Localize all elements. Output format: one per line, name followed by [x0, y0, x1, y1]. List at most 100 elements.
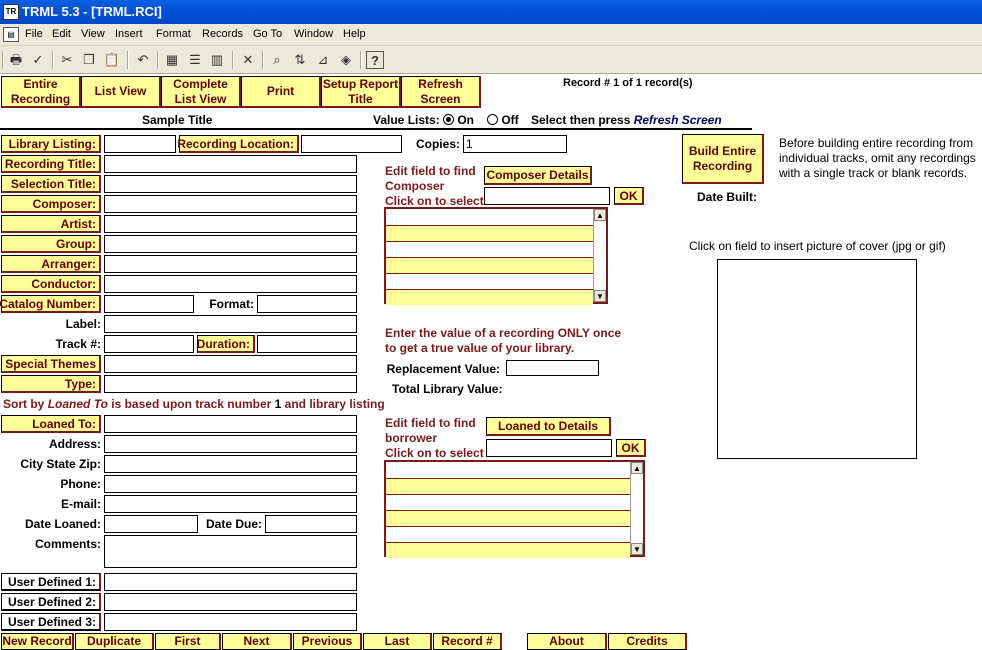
radio-on-icon[interactable]: [443, 114, 454, 125]
find-icon[interactable]: ⌕: [268, 51, 286, 69]
menu-file[interactable]: File: [25, 28, 43, 40]
comments-input[interactable]: [104, 535, 357, 568]
next-button[interactable]: Next: [222, 633, 292, 650]
composer-search-input[interactable]: [484, 187, 610, 205]
loaned-list-scrollbar[interactable]: ▲ ▼: [630, 462, 643, 555]
label-input[interactable]: [104, 315, 357, 333]
sort-icon[interactable]: ⇅: [291, 51, 309, 69]
list-view-button[interactable]: List View: [81, 76, 161, 108]
list-item[interactable]: [386, 289, 593, 305]
user-defined-2-input[interactable]: [104, 593, 357, 611]
library-listing-input[interactable]: [104, 135, 176, 153]
loaned-list[interactable]: ▲ ▼: [384, 460, 645, 558]
print-icon[interactable]: 🖶: [7, 51, 25, 69]
catalog-number-input[interactable]: [104, 295, 194, 313]
duplicate-button[interactable]: Duplicate: [75, 633, 154, 650]
cover-picture-field[interactable]: [717, 259, 917, 459]
scroll-down-icon[interactable]: ▼: [594, 290, 606, 302]
menu-view[interactable]: View: [81, 28, 105, 40]
setup-report-title-button[interactable]: Setup Report Title: [321, 76, 401, 108]
list-item[interactable]: [386, 241, 593, 257]
user-defined-3-input[interactable]: [104, 613, 357, 631]
composer-details-button[interactable]: Composer Details: [484, 166, 592, 185]
composer-list[interactable]: ▲ ▼: [384, 207, 608, 305]
spellcheck-icon[interactable]: ✓: [29, 51, 47, 69]
recording-title-input[interactable]: [104, 155, 357, 173]
phone-input[interactable]: [104, 475, 357, 493]
cut-icon[interactable]: ✂: [58, 51, 76, 69]
loaned-to-input[interactable]: [104, 415, 357, 433]
composer-input[interactable]: [104, 195, 357, 213]
new-record-button[interactable]: New Record: [1, 633, 74, 650]
duration-input[interactable]: [257, 335, 357, 353]
scroll-down-icon[interactable]: ▼: [631, 543, 643, 555]
list-item[interactable]: [386, 478, 630, 494]
list-item[interactable]: [386, 494, 630, 510]
menu-help[interactable]: Help: [343, 28, 366, 40]
print-button[interactable]: Print: [241, 76, 321, 108]
complete-list-view-button[interactable]: Complete List View: [161, 76, 241, 108]
date-due-input[interactable]: [265, 515, 357, 533]
menu-format[interactable]: Format: [156, 28, 191, 40]
list-item[interactable]: [386, 273, 593, 289]
menu-window[interactable]: Window: [294, 28, 333, 40]
list-item[interactable]: [386, 257, 593, 273]
arranger-input[interactable]: [104, 255, 357, 273]
help-icon[interactable]: ?: [366, 51, 384, 69]
composer-list-scrollbar[interactable]: ▲ ▼: [593, 209, 606, 302]
list-item[interactable]: [386, 542, 630, 558]
menu-insert[interactable]: Insert: [115, 28, 143, 40]
scroll-up-icon[interactable]: ▲: [631, 462, 643, 474]
special-themes-input[interactable]: [104, 355, 357, 373]
trml-app-icon[interactable]: TR: [3, 4, 19, 20]
menu-goto[interactable]: Go To: [253, 28, 282, 40]
artist-input[interactable]: [104, 215, 357, 233]
delete-icon[interactable]: ✕: [239, 51, 257, 69]
scroll-up-icon[interactable]: ▲: [594, 209, 606, 221]
recording-location-input[interactable]: [301, 135, 402, 153]
track-input[interactable]: [104, 335, 194, 353]
group-input[interactable]: [104, 235, 357, 253]
format-input[interactable]: [257, 295, 357, 313]
previous-button[interactable]: Previous: [293, 633, 362, 650]
value-lists-off[interactable]: Off: [487, 113, 519, 127]
menu-records[interactable]: Records: [202, 28, 243, 40]
menu-edit[interactable]: Edit: [52, 28, 71, 40]
loaned-search-input[interactable]: [486, 439, 612, 457]
list-item[interactable]: [386, 510, 630, 526]
selection-title-input[interactable]: [104, 175, 357, 193]
composer-ok-button[interactable]: OK: [614, 187, 644, 205]
filter-icon[interactable]: ⊿: [314, 51, 332, 69]
conductor-input[interactable]: [104, 275, 357, 293]
build-entire-recording-button[interactable]: Build Entire Recording: [682, 134, 764, 184]
first-button[interactable]: First: [155, 633, 221, 650]
radio-off-icon[interactable]: [487, 114, 498, 125]
show-all-icon[interactable]: ◈: [337, 51, 355, 69]
last-button[interactable]: Last: [363, 633, 432, 650]
table-view-icon[interactable]: ▥: [208, 51, 226, 69]
document-icon[interactable]: ▤: [3, 27, 19, 42]
paste-icon[interactable]: 📋: [103, 51, 121, 69]
user-defined-1-input[interactable]: [104, 573, 357, 591]
type-input[interactable]: [104, 375, 357, 393]
list-item[interactable]: [386, 526, 630, 542]
list-view-icon[interactable]: ☰: [186, 51, 204, 69]
undo-icon[interactable]: ↶: [134, 51, 152, 69]
loaned-to-details-button[interactable]: Loaned to Details: [486, 417, 611, 436]
copies-input[interactable]: 1: [463, 135, 567, 153]
loaned-ok-button[interactable]: OK: [616, 439, 646, 457]
address-input[interactable]: [104, 435, 357, 453]
credits-button[interactable]: Credits: [608, 633, 687, 650]
copy-icon[interactable]: ❐: [80, 51, 98, 69]
record-number-button[interactable]: Record #: [433, 633, 502, 650]
entire-recording-button[interactable]: Entire Recording: [1, 76, 81, 108]
about-button[interactable]: About: [527, 633, 607, 650]
email-input[interactable]: [104, 495, 357, 513]
value-lists-on[interactable]: On: [443, 113, 474, 127]
date-loaned-input[interactable]: [104, 515, 198, 533]
form-view-icon[interactable]: ▦: [163, 51, 181, 69]
replacement-value-input[interactable]: [506, 360, 599, 376]
city-state-zip-input[interactable]: [104, 455, 357, 473]
list-item[interactable]: [386, 225, 593, 241]
refresh-screen-button[interactable]: Refresh Screen: [401, 76, 481, 108]
